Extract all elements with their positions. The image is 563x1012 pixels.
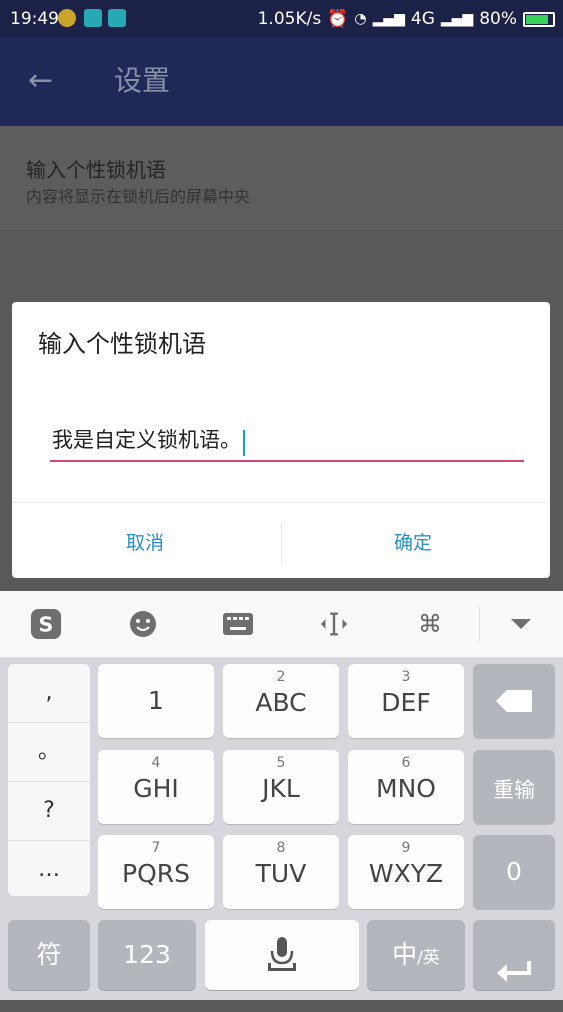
status-right: 1.05K/s ⏰ ◔ ▂▄▆ 4G ▂▄▆ 80%: [258, 9, 555, 29]
key-0[interactable]: 0: [473, 835, 555, 909]
status-time: 19:49: [10, 9, 59, 29]
enter-icon: [495, 942, 533, 1012]
svg-text:S: S: [39, 613, 54, 637]
voice-key[interactable]: [205, 920, 359, 990]
key-7-pqrs[interactable]: 7 PQRS: [98, 835, 214, 909]
emoji-icon[interactable]: [127, 608, 159, 640]
alarm-icon: ⏰: [327, 9, 349, 29]
lock-message-input[interactable]: 我是自定义锁机语。: [50, 422, 524, 462]
notification-icon: [84, 9, 102, 27]
punct-comma[interactable]: ,: [8, 664, 90, 723]
keyboard: , 。 ? … 1 2 ABC 3 DEF 4 GHI 5 JKL 6 MNO 重输 7P…: [0, 658, 563, 1000]
page-title: 设置: [114, 64, 171, 97]
wifi-icon: ◔: [354, 11, 367, 27]
signal-icon-2: ▂▄▆: [440, 11, 474, 27]
key-2-abc[interactable]: 2 ABC: [223, 664, 339, 738]
status-bar: 19:49 1.05K/s ⏰ ◔ ▂▄▆ 4G ▂▄▆ 80%: [0, 0, 563, 38]
key-3-def[interactable]: 3 DEF: [348, 664, 464, 738]
key-5-jkl[interactable]: 5 JKL: [223, 750, 339, 824]
toolbar-divider: [479, 607, 480, 641]
language-switch-key[interactable]: 中/英: [367, 920, 465, 990]
lang-english: /英: [417, 948, 440, 968]
app-bar: ← 设置: [0, 38, 563, 126]
back-arrow-icon[interactable]: ←: [28, 64, 53, 98]
backspace-key[interactable]: [473, 664, 555, 738]
lock-message-input-value: 我是自定义锁机语。: [52, 428, 241, 452]
number-key[interactable]: 123: [98, 920, 196, 990]
symbol-key[interactable]: 符: [8, 920, 90, 990]
battery-percent: 80%: [479, 9, 517, 29]
setting-title: 输入个性锁机语: [26, 158, 166, 182]
dialog-title: 输入个性锁机语: [38, 330, 206, 358]
reenter-key[interactable]: 重输: [473, 750, 555, 824]
key-9-wxyz[interactable]: 9 WXYZ: [348, 835, 464, 909]
collapse-keyboard-icon[interactable]: [505, 608, 537, 640]
dialog-divider: [12, 502, 550, 503]
command-icon[interactable]: ⌘: [414, 608, 446, 640]
key-6-mno[interactable]: 6 MNO: [348, 750, 464, 824]
cursor-move-icon[interactable]: [318, 608, 350, 640]
punct-question[interactable]: ?: [8, 782, 90, 841]
backspace-icon: [496, 690, 532, 712]
app-notification-icon: [58, 9, 76, 27]
lang-chinese: 中: [392, 940, 418, 969]
microphone-icon: [262, 934, 302, 1004]
key-1[interactable]: 1: [98, 664, 214, 738]
ok-button[interactable]: 确定: [394, 528, 432, 555]
setting-item-lock-message[interactable]: 输入个性锁机语 内容将显示在锁机后的屏幕中央: [0, 126, 563, 231]
sogou-logo-icon[interactable]: S: [30, 608, 62, 640]
network-speed: 1.05K/s: [257, 9, 322, 29]
network-type: 4G: [410, 9, 435, 29]
punctuation-column: , 。 ? …: [8, 664, 90, 896]
enter-key[interactable]: [473, 920, 555, 990]
signal-icon: ▂▄▆: [372, 11, 405, 27]
keyboard-icon[interactable]: [222, 608, 254, 640]
cancel-button[interactable]: 取消: [126, 528, 164, 555]
usb-icon: [108, 9, 126, 27]
punct-ellipsis[interactable]: …: [8, 841, 90, 899]
key-8-tuv[interactable]: 8 TUV: [223, 835, 339, 909]
key-4-ghi[interactable]: 4 GHI: [98, 750, 214, 824]
ime-toolbar: S ⌘: [0, 591, 563, 658]
battery-icon: [523, 11, 555, 27]
punct-period[interactable]: 。: [8, 723, 90, 782]
lock-message-dialog: 输入个性锁机语 我是自定义锁机语。 取消 确定: [12, 302, 550, 578]
text-caret: [243, 429, 245, 456]
setting-subtitle: 内容将显示在锁机后的屏幕中央: [26, 187, 251, 206]
button-divider: [281, 522, 282, 562]
